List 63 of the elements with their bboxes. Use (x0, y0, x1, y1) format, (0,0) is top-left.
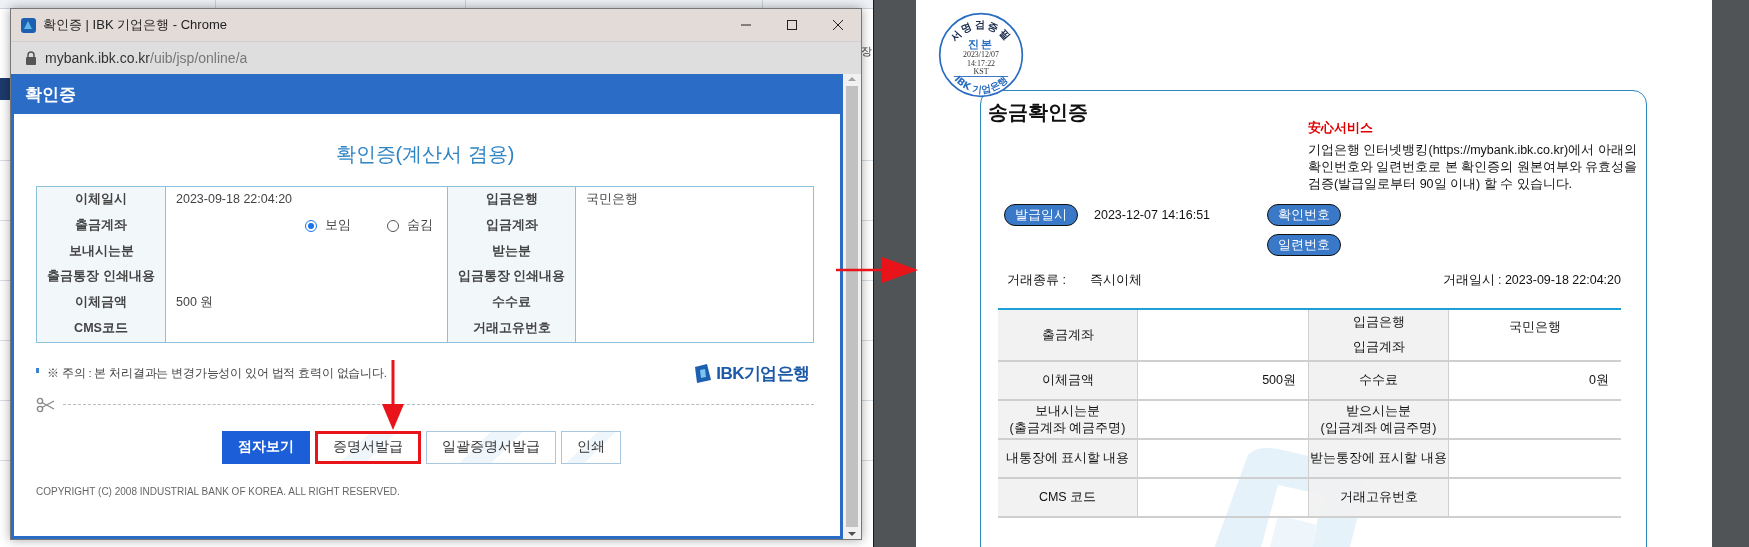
scroll-down-icon[interactable] (846, 529, 858, 539)
row-label: 받는통장에 표시할 내용 (1310, 450, 1447, 467)
row-label: 이체일시 (37, 187, 166, 213)
action-button[interactable]: 일괄증명서발급 (425, 430, 556, 464)
cell-value: 국민은행 (586, 191, 638, 208)
row-label: 수수료 (1359, 372, 1398, 389)
row-label: 이체금액 (37, 290, 166, 316)
side-text: 장 (861, 44, 872, 58)
copyright-text: COPYRIGHT (C) 2008 INDUSTRIAL BANK OF KOREA. ALL RIGHT RESERVED. (36, 485, 401, 497)
radio-label: 숨김 (407, 216, 433, 234)
row-label: (출금계좌 예금주명) (1009, 419, 1126, 437)
row-label: 수수료 (448, 290, 576, 316)
cell-value: 500 원 (176, 294, 214, 312)
row-label: 내통장에 표시할 내용 (1005, 450, 1130, 467)
notice-text: ※ 주의 : 본 처리결과는 변경가능성이 있어 법적 효력이 없습니다. (47, 366, 387, 382)
row-label: 입금통장 인쇄내용 (448, 264, 576, 291)
row-label: 거래고유번호 (448, 316, 576, 342)
row-label: 거래고유번호 (1339, 489, 1418, 506)
row-label: 보내시는분 (37, 238, 166, 265)
service-description: 기업은행 인터넷뱅킹(https://mybank.ibk.co.kr)에서 아래의 확인번호와 일련번호로 본 확인증의 원본여부와 유효성을 검증(발급일로부터 90일 이내) 할 수 있습니다. (1308, 142, 1639, 193)
row-label: CMS 코드 (1038, 489, 1097, 506)
row-label: 입금계좌 (1352, 339, 1405, 356)
row-label: 출금통장 인쇄내용 (37, 264, 166, 291)
row-label: 보내시는분 (1035, 402, 1100, 420)
field-tag: 확인번호 (1267, 204, 1341, 226)
type-label: 거래종류 : (1007, 272, 1066, 289)
close-icon[interactable] (832, 19, 844, 31)
action-button[interactable]: 증명서발급 (314, 430, 421, 464)
table-cell: 국민은행 (1449, 310, 1621, 362)
issue-date: 2023-12-07 14:16:51 (1094, 208, 1211, 222)
row-label: 출금계좌 (37, 212, 166, 239)
field-tag: 발급일시 (1004, 204, 1078, 226)
scrollbar[interactable] (843, 74, 861, 539)
row-label: 이체금액 (1041, 372, 1094, 389)
row-label: 입금은행 (1352, 314, 1405, 331)
row-label: 출금계좌 (1041, 326, 1094, 344)
lock-icon (25, 51, 37, 65)
row-label: 받으시는분 (1346, 402, 1411, 420)
action-button[interactable]: 인쇄 (560, 430, 621, 464)
window-title: 확인증 | IBK 기업은행 - Chrome (43, 16, 228, 34)
row-label: (입금계좌 예금주명) (1320, 419, 1437, 437)
page-header: 확인증 (11, 74, 843, 114)
scissors-icon (36, 396, 55, 413)
table-cell: 0원 (1449, 362, 1621, 401)
row-label: 받는분 (448, 238, 576, 265)
logo-text: IBK기업은행 (716, 363, 810, 386)
bank-logo-icon (693, 363, 714, 385)
radio-label: 보임 (325, 216, 351, 234)
row-label: CMS코드 (37, 316, 166, 342)
service-title: 安心서비스 (1308, 120, 1374, 137)
certificate-title: 확인증(계산서 겸용) (334, 142, 516, 167)
maximize-icon[interactable] (786, 19, 798, 31)
action-button[interactable]: 점자보기 (221, 430, 310, 464)
document-title: 송금확인증 (988, 100, 1089, 125)
field-tag: 일련번호 (1267, 234, 1341, 256)
cell-value: 2023-09-18 22:04:20 (176, 191, 293, 208)
row-label: 입금계좌 (448, 212, 576, 239)
transfer-datetime: 거래일시 : 2023-09-18 22:04:20 (1442, 272, 1621, 289)
type-value: 즉시이체 (1089, 272, 1142, 289)
url-text: mybank.ibk.co.kr/uib/jsp/online/a (45, 50, 248, 66)
row-label: 입금은행 (448, 187, 576, 213)
bank-logo-icon (20, 16, 37, 34)
bullet-icon (36, 367, 39, 373)
